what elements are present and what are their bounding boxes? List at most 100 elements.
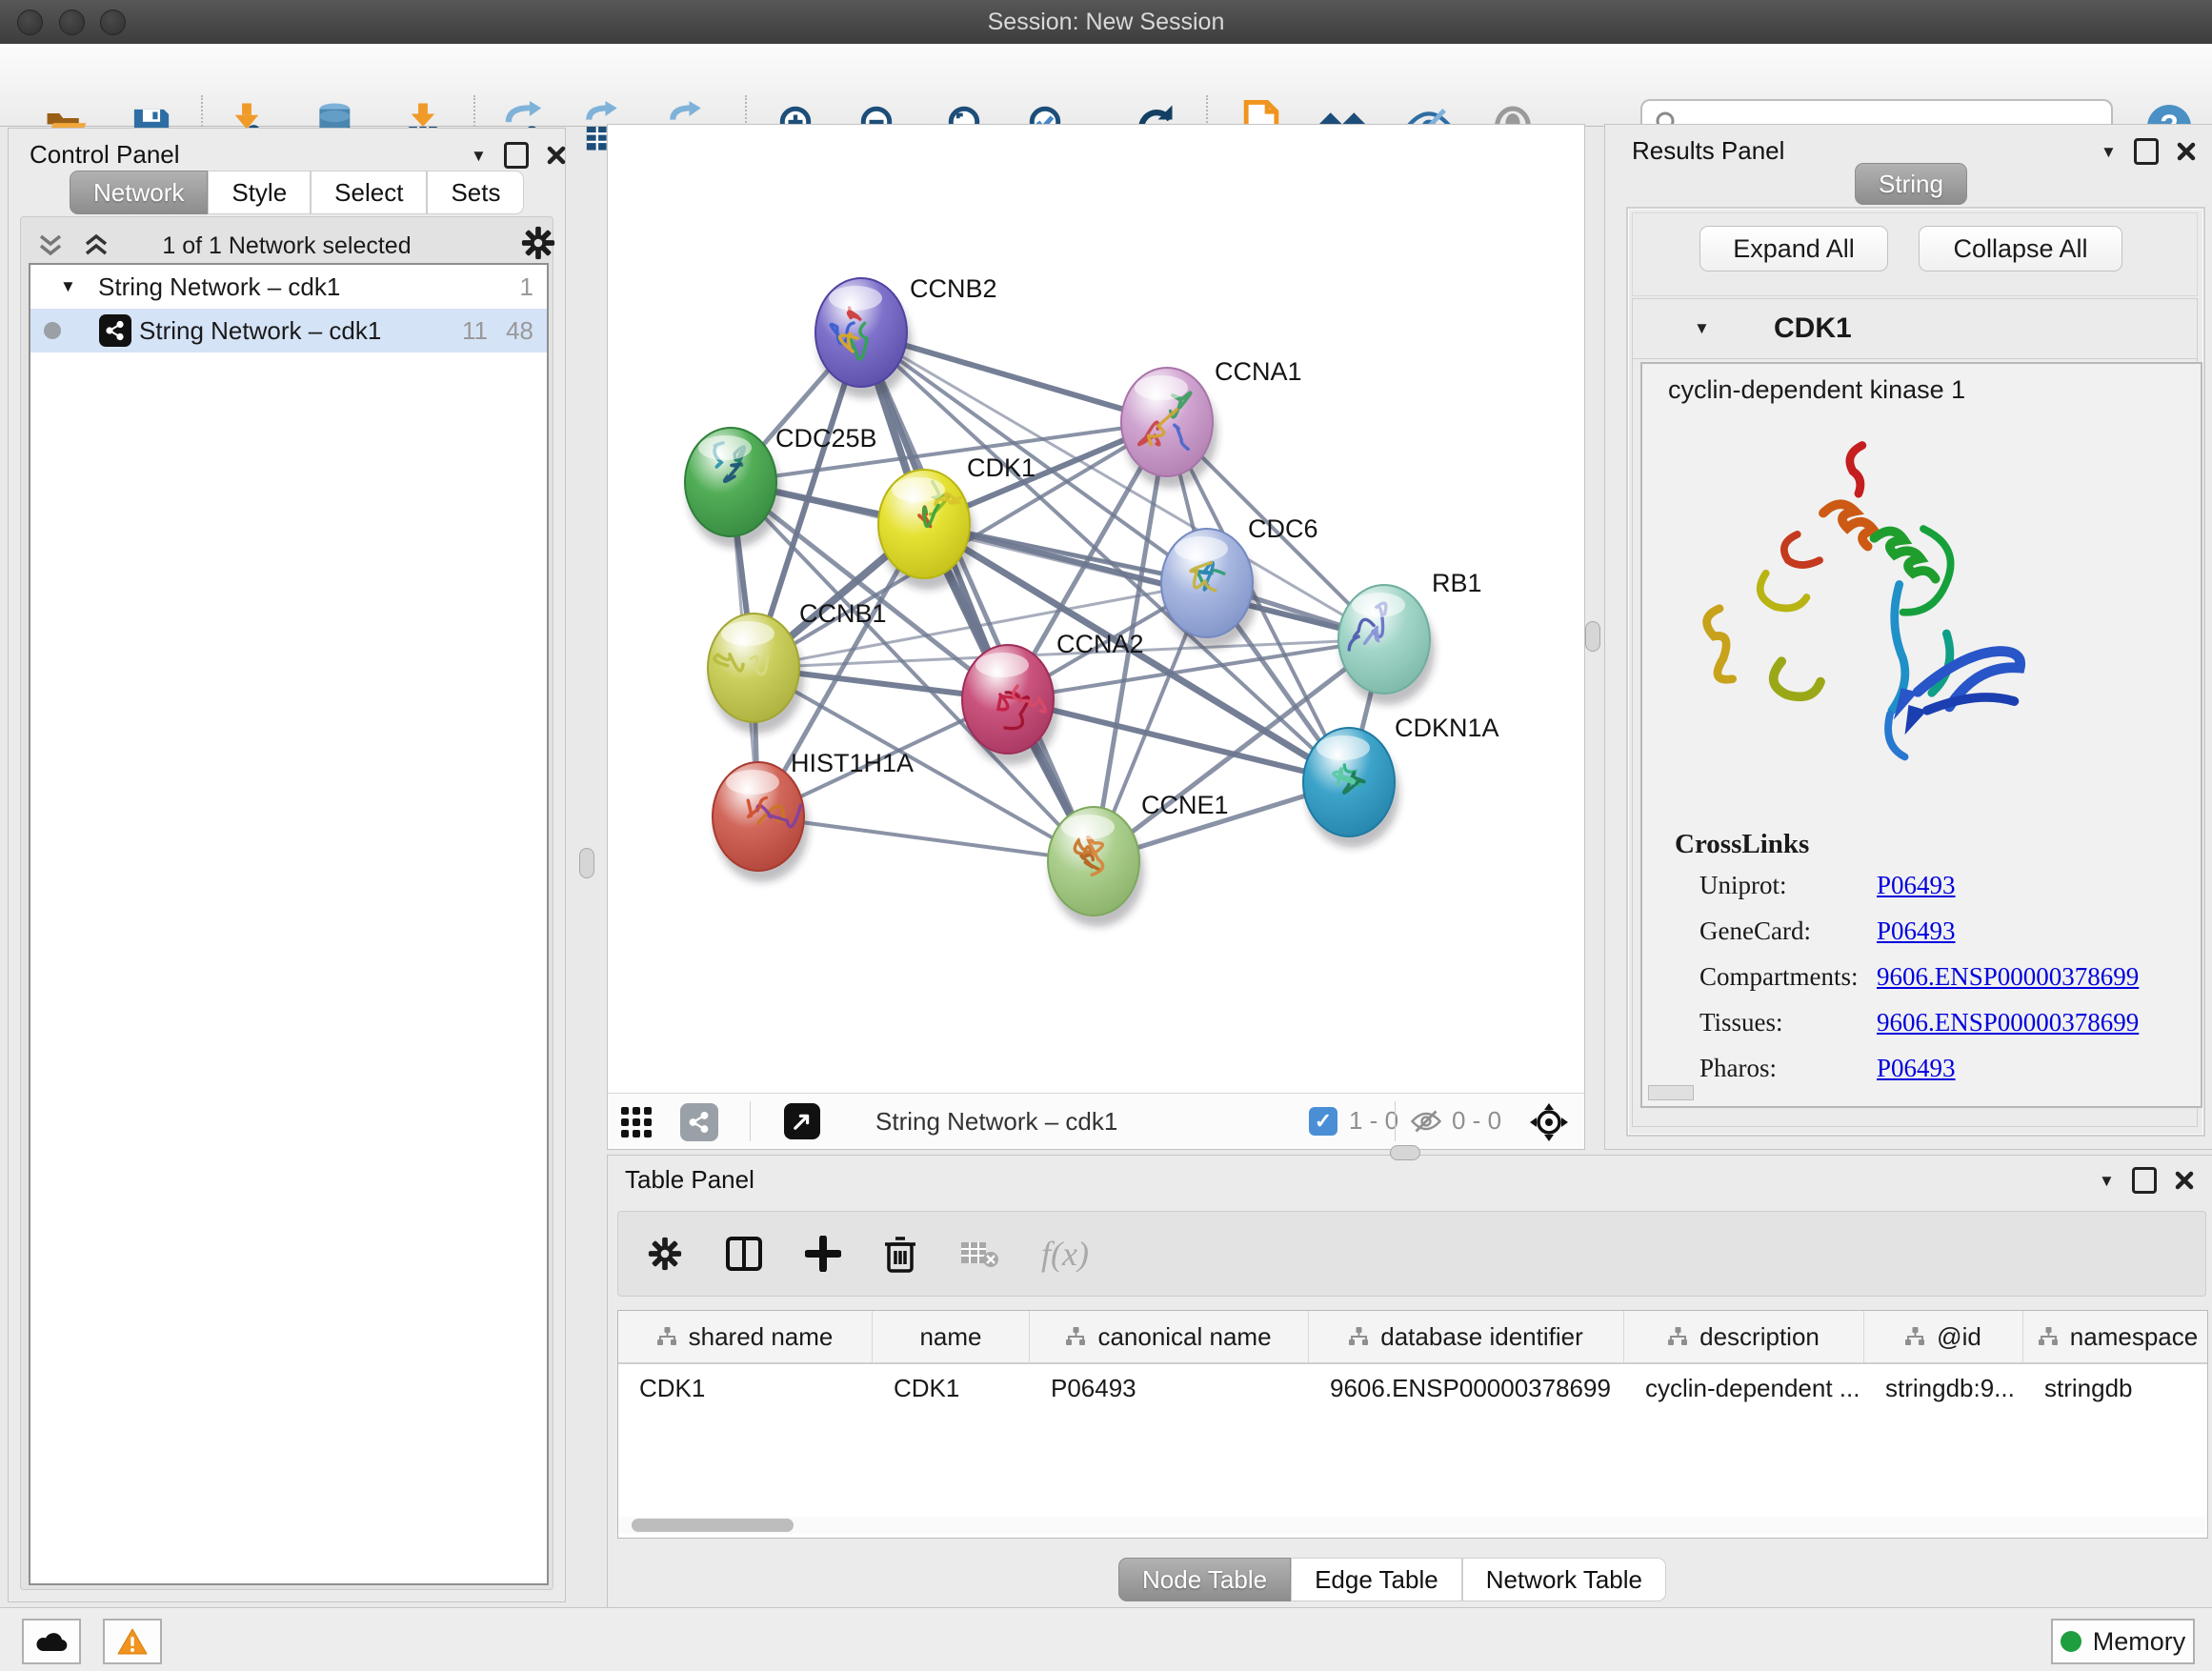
results-button-row: Expand All Collapse All [1632, 212, 2198, 296]
node-CCNE1[interactable] [1048, 807, 1144, 927]
crosslink-link[interactable]: P06493 [1877, 916, 1956, 946]
column-header-namespace[interactable]: namespace [2023, 1311, 2208, 1362]
crosslinks-list: Uniprot:P06493GeneCard:P06493Compartment… [1699, 871, 2176, 1099]
vertical-splitter-handle[interactable] [1585, 621, 1600, 652]
column-header-name[interactable]: name [873, 1311, 1030, 1362]
float-panel-icon[interactable] [2134, 138, 2159, 165]
network-selection-summary: 1 of 1 Network selected [21, 232, 553, 260]
birds-eye-view-icon[interactable] [784, 1103, 820, 1139]
network-node-count: 11 [462, 316, 488, 346]
table-options-gear-icon[interactable] [647, 1236, 683, 1272]
network-row-selected[interactable]: String Network – cdk1 11 48 [30, 309, 547, 352]
panel-menu-icon[interactable]: ▼ [2099, 1173, 2115, 1189]
edge-CCNB2-CCNE1[interactable] [861, 332, 1094, 861]
toolbar-separator [750, 1101, 751, 1141]
tree-column-icon [1349, 1327, 1369, 1347]
cloud-button[interactable] [22, 1619, 81, 1664]
vertical-splitter-handle[interactable] [579, 848, 594, 878]
table-header-row: shared namename canonical name database id… [618, 1311, 2207, 1364]
node-HIST1H1A[interactable] [713, 762, 809, 882]
selected-nodes-count: 1 - 0 [1349, 1106, 1398, 1136]
node-gloss [975, 653, 1029, 677]
crosslink-link[interactable]: P06493 [1877, 1054, 1956, 1083]
node-CDC6[interactable] [1161, 529, 1257, 649]
node-CDKN1A[interactable] [1303, 728, 1399, 848]
crosslink-label: Tissues: [1699, 1008, 1877, 1037]
collapse-all-button[interactable]: Collapse All [1919, 226, 2122, 272]
column-header--id[interactable]: @id [1864, 1311, 2023, 1362]
crosslink-link[interactable]: P06493 [1877, 871, 1956, 900]
memory-status-dot [2061, 1631, 2081, 1652]
tab-network-table[interactable]: Network Table [1462, 1558, 1666, 1601]
memory-button[interactable]: Memory [2051, 1619, 2195, 1664]
panel-menu-icon[interactable]: ▼ [2101, 144, 2117, 160]
node-CCNA1[interactable] [1121, 368, 1217, 488]
protein-collapse-icon[interactable]: ▼ [1694, 320, 1710, 336]
network-options-gear-icon[interactable] [520, 225, 556, 261]
grid-view-icon[interactable] [620, 1106, 653, 1138]
table-cell[interactable]: CDK1 [873, 1364, 1030, 1412]
column-header-canonical-name[interactable]: canonical name [1030, 1311, 1309, 1362]
table-cell[interactable]: cyclin-dependent ... [1624, 1364, 1864, 1412]
horizontal-splitter-handle[interactable] [1390, 1145, 1420, 1160]
string-network-graph[interactable]: CCNB2CCNA1CDC25BCDK1CDC6RB1CCNB1CCNA2CDK… [608, 125, 1584, 1094]
tab-edge-table[interactable]: Edge Table [1291, 1558, 1462, 1601]
node-RB1[interactable] [1338, 585, 1435, 705]
table-cell[interactable]: P06493 [1030, 1364, 1309, 1412]
tab-network[interactable]: Network [70, 171, 208, 214]
add-column-icon[interactable] [805, 1236, 841, 1272]
tab-sets[interactable]: Sets [427, 171, 524, 214]
table-horizontal-scrollbar[interactable] [618, 1517, 2205, 1534]
warning-icon [117, 1628, 148, 1655]
close-panel-icon[interactable] [2176, 141, 2197, 162]
node-gloss [1061, 815, 1115, 839]
table-cell[interactable]: 9606.ENSP00000378699 [1309, 1364, 1624, 1412]
node-label-CCNA2: CCNA2 [1056, 630, 1144, 658]
tab-select[interactable]: Select [311, 171, 427, 214]
crosslink-row: Compartments:9606.ENSP00000378699 [1699, 962, 2176, 992]
network-view-canvas[interactable]: CCNB2CCNA1CDC25BCDK1CDC6RB1CCNB1CCNA2CDK… [607, 124, 1585, 1095]
network-collection-row[interactable]: ▼ String Network – cdk1 1 [30, 265, 547, 309]
collection-expand-icon[interactable]: ▼ [60, 277, 76, 296]
string-view-icon[interactable] [680, 1103, 718, 1141]
crosslinks-title: CrossLinks [1675, 829, 1809, 860]
node-CCNA2[interactable] [962, 645, 1058, 765]
tab-string[interactable]: String [1855, 163, 1967, 205]
crosslink-link[interactable]: 9606.ENSP00000378699 [1877, 962, 2139, 992]
table-row[interactable]: CDK1CDK1P064939606.ENSP00000378699cyclin… [618, 1364, 2207, 1412]
float-panel-icon[interactable] [504, 142, 529, 169]
delete-column-icon[interactable] [883, 1235, 917, 1273]
tab-node-table[interactable]: Node Table [1118, 1558, 1291, 1601]
column-header-database-identifier[interactable]: database identifier [1309, 1311, 1624, 1362]
crosslink-link[interactable]: 9606.ENSP00000378699 [1877, 1008, 2139, 1037]
column-header-label: description [1699, 1322, 1820, 1352]
close-panel-icon[interactable] [546, 145, 567, 166]
node-CCNB2[interactable] [815, 278, 912, 398]
tree-column-icon [2039, 1327, 2059, 1347]
table-cell[interactable]: stringdb:9... [1864, 1364, 2023, 1412]
tab-style[interactable]: Style [208, 171, 311, 214]
fit-content-crosshair-icon[interactable] [1528, 1101, 1570, 1143]
column-header-description[interactable]: description [1624, 1311, 1864, 1362]
node-CDK1[interactable] [878, 470, 975, 590]
table-cell[interactable]: CDK1 [618, 1364, 873, 1412]
table-cell[interactable]: stringdb [2023, 1364, 2208, 1412]
column-header-shared-name[interactable]: shared name [618, 1311, 873, 1362]
close-panel-icon[interactable] [2174, 1170, 2195, 1191]
node-CDC25B[interactable] [685, 428, 781, 548]
selected-nodes-checkbox-icon[interactable]: ✓ [1309, 1107, 1337, 1136]
scrollbar-thumb[interactable] [632, 1519, 794, 1532]
inner-scrollbar[interactable] [1648, 1085, 1694, 1100]
collection-count: 1 [520, 272, 533, 302]
column-header-label: canonical name [1097, 1322, 1271, 1352]
show-columns-icon[interactable] [725, 1235, 763, 1273]
network-view-toolbar: String Network – cdk1 ✓ 1 - 0 0 - 0 [607, 1093, 1585, 1150]
float-panel-icon[interactable] [2132, 1167, 2157, 1194]
node-label-CDK1: CDK1 [967, 453, 1036, 482]
warning-button[interactable] [103, 1619, 162, 1664]
panel-menu-icon[interactable]: ▼ [471, 148, 487, 164]
node-CCNB1[interactable] [708, 614, 804, 734]
expand-all-button[interactable]: Expand All [1699, 226, 1888, 272]
crosslink-row: GeneCard:P06493 [1699, 916, 2176, 946]
node-gloss [829, 286, 882, 311]
